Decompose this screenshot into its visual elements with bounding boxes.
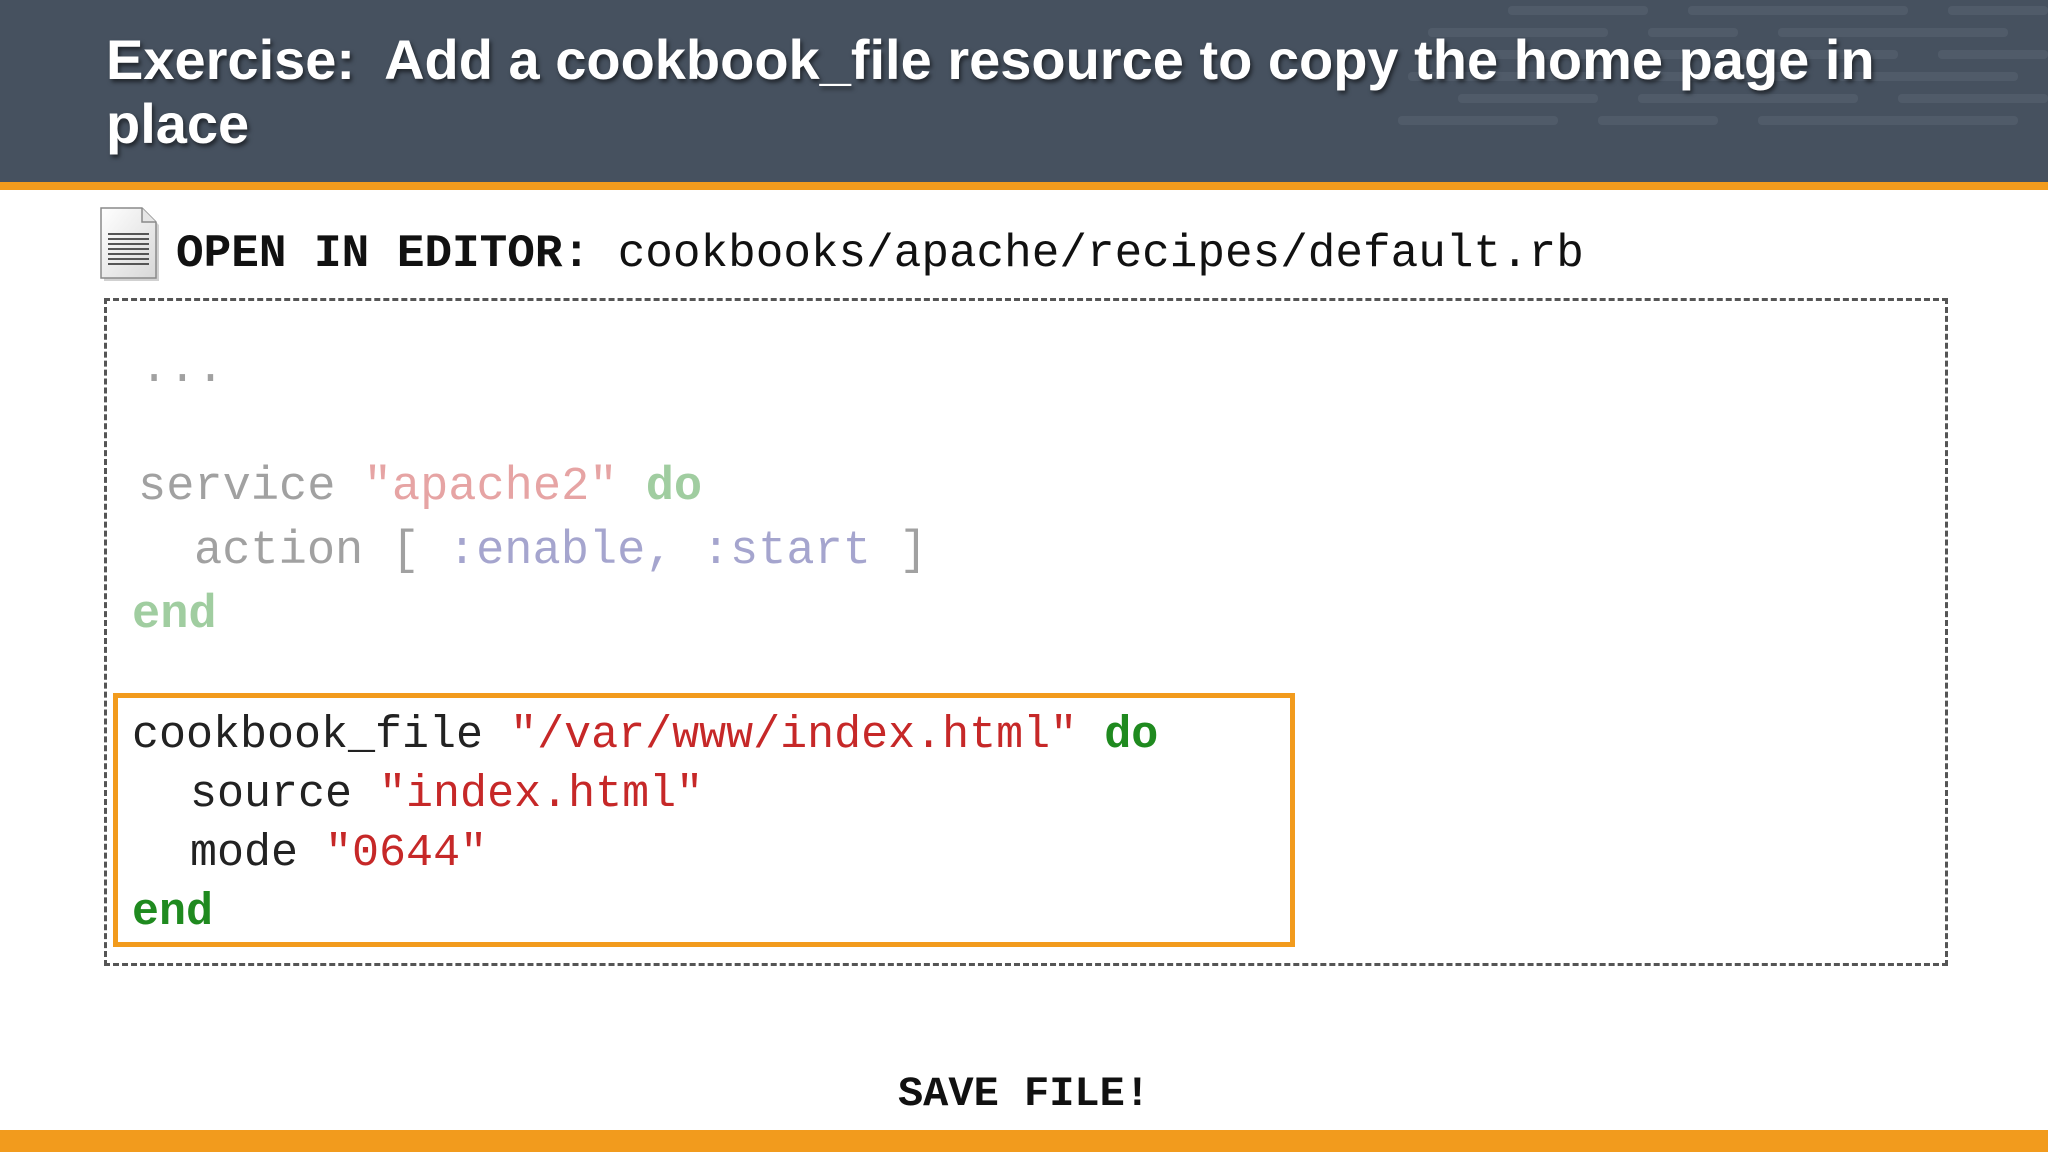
file-path: cookbooks/apache/recipes/default.rb [617, 228, 1584, 280]
code-line-action: action [ :enable, :start ] [194, 524, 927, 580]
code-line-service-end: end [132, 589, 217, 642]
open-in-editor-line: OPEN IN EDITOR: cookbooks/apache/recipes… [176, 226, 1584, 282]
code-token: :enable, [447, 525, 674, 578]
code-token: "/var/www/index.html" [510, 710, 1078, 761]
slide-title: Exercise: Add a cookbook_file resource t… [106, 28, 1891, 155]
code-token: action [194, 525, 364, 578]
code-ellipsis: ... [140, 343, 225, 396]
code-token: mode [190, 828, 299, 879]
code-token: "apache2" [363, 461, 618, 514]
code-token: service [138, 461, 336, 514]
code-line-mode: mode "0644" [190, 826, 487, 882]
save-file-instruction: SAVE FILE! [897, 1070, 1151, 1118]
code-token: ] [899, 525, 928, 578]
document-icon [100, 207, 159, 281]
code-token: [ [391, 525, 420, 578]
code-line-source: source "index.html" [190, 767, 703, 823]
code-line-cookbook-end: end [132, 887, 214, 938]
slide-header: Exercise: Add a cookbook_file resource t… [0, 0, 2048, 182]
code-token: "0644" [325, 828, 488, 879]
code-line-service: service "apache2" do [138, 460, 702, 516]
code-line-cookbook-file: cookbook_file "/var/www/index.html" do [132, 708, 1158, 764]
open-in-editor-label: OPEN IN EDITOR: [176, 228, 591, 280]
header-accent-bar [0, 182, 2048, 190]
code-token: "index.html" [379, 769, 704, 820]
code-token: source [190, 769, 353, 820]
code-token: cookbook_file [132, 710, 484, 761]
code-token: do [645, 461, 703, 514]
code-token: :start [701, 525, 871, 578]
footer-accent-bar [0, 1130, 2048, 1152]
code-token: do [1104, 710, 1159, 761]
